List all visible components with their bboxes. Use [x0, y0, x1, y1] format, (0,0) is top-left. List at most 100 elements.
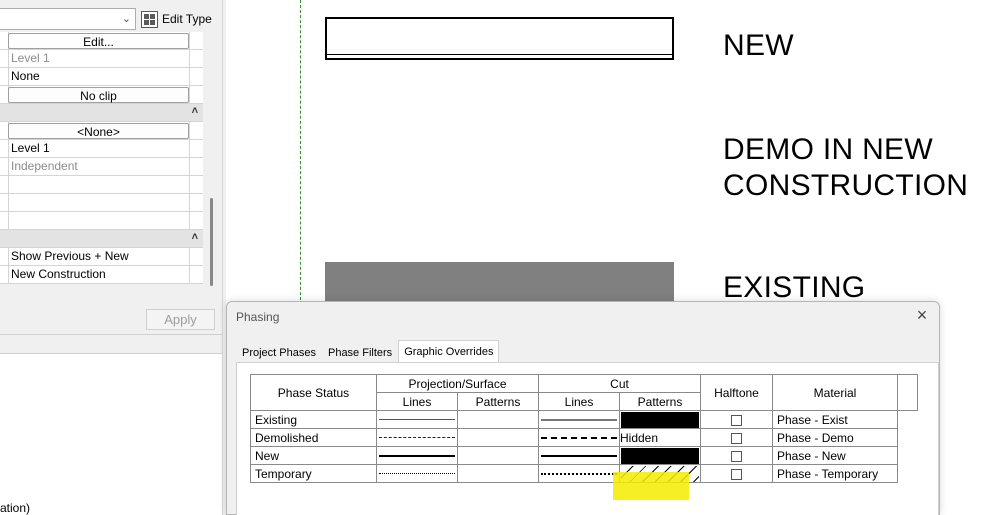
cut-lines-cell[interactable]	[538, 464, 620, 483]
tab-project-phases[interactable]: Project Phases	[236, 342, 322, 362]
property-row[interactable]: Edit...	[0, 32, 203, 50]
property-value-button[interactable]: Edit...	[8, 32, 189, 49]
cut-patterns-cell[interactable]	[619, 410, 701, 429]
material-cell[interactable]: Phase - Demo	[772, 428, 898, 447]
column-divider	[189, 140, 190, 158]
type-selector-dropdown[interactable]: ⌄	[0, 8, 136, 30]
edit-type-icon	[141, 10, 158, 28]
header-projection-surface: Projection/Surface	[376, 374, 539, 393]
property-value-button[interactable]: <None>	[8, 122, 189, 139]
projection-lines-cell[interactable]	[376, 428, 458, 447]
table-row: New Phase - New	[250, 446, 918, 465]
property-row[interactable]	[0, 194, 203, 212]
property-row[interactable]: Independent	[0, 158, 203, 176]
projection-patterns-cell[interactable]	[457, 464, 539, 483]
properties-scrollbar[interactable]	[204, 32, 219, 302]
cut-patterns-cell[interactable]: Hidden	[619, 428, 701, 447]
project-browser-item[interactable]: ation)	[0, 501, 30, 515]
properties-grid: Edit... Level 1 None No clip ˄ <None> Level 1I…	[0, 32, 203, 284]
projection-patterns-cell[interactable]	[457, 446, 539, 465]
property-value[interactable]	[8, 212, 189, 229]
phase-status-cell: Existing	[250, 410, 377, 429]
line-style-swatch	[379, 419, 455, 420]
material-cell[interactable]: Phase - Exist	[772, 410, 898, 429]
phasing-dialog: Phasing × Project Phases Phase Filters Gra…	[226, 301, 940, 515]
graphic-overrides-panel: Phase Status Projection/Surface Cut Half…	[236, 362, 939, 515]
header-cut-patterns: Patterns	[619, 392, 701, 411]
property-row[interactable]: Show Previous + New	[0, 248, 203, 266]
halftone-cell	[700, 410, 773, 429]
halftone-cell	[700, 446, 773, 465]
column-divider	[189, 158, 190, 176]
text-note-demo-line1[interactable]: DEMO IN NEW	[723, 132, 933, 168]
property-group-header[interactable]: ˄	[0, 104, 203, 122]
property-value[interactable]: Show Previous + New	[8, 248, 189, 265]
property-row[interactable]: <None>	[0, 122, 203, 140]
header-projection-patterns: Patterns	[457, 392, 539, 411]
projection-lines-cell[interactable]	[376, 464, 458, 483]
halftone-cell	[700, 428, 773, 447]
line-style-swatch	[541, 436, 617, 439]
projection-patterns-cell[interactable]	[457, 410, 539, 429]
wall-new-construction[interactable]	[325, 17, 674, 60]
row-spacer	[898, 447, 918, 465]
halftone-checkbox[interactable]	[731, 468, 742, 480]
table-row: Temporary Phase - Temporary	[250, 464, 918, 483]
table-row: Demolished Hidden Phase - Demo	[250, 428, 918, 447]
column-divider	[189, 266, 190, 284]
reference-plane-line[interactable]	[300, 0, 301, 300]
column-divider	[189, 32, 190, 50]
material-cell[interactable]: Phase - Temporary	[772, 464, 898, 483]
property-value: Independent	[11, 159, 78, 173]
collapse-icon[interactable]: ˄	[192, 231, 198, 243]
property-row[interactable]: Level 1	[0, 50, 203, 68]
property-value[interactable]: Level 1	[8, 140, 189, 157]
property-value[interactable]: New Construction	[8, 266, 189, 283]
tab-graphic-overrides[interactable]: Graphic Overrides	[398, 340, 500, 362]
phase-status-cell: Demolished	[250, 428, 377, 447]
property-row[interactable]	[0, 212, 203, 230]
table-row: Existing Phase - Exist	[250, 410, 918, 429]
tab-phase-filters[interactable]: Phase Filters	[322, 342, 398, 362]
column-divider	[189, 248, 190, 266]
property-row[interactable]: None	[0, 68, 203, 86]
solid-fill-swatch	[621, 447, 699, 464]
property-row[interactable]: New Construction	[0, 266, 203, 284]
property-value[interactable]	[8, 176, 189, 193]
property-row[interactable]	[0, 176, 203, 194]
cut-lines-cell[interactable]	[538, 446, 620, 465]
property-row[interactable]: No clip	[0, 86, 203, 104]
halftone-checkbox[interactable]	[731, 450, 742, 462]
header-cut: Cut	[538, 374, 701, 393]
edit-type-button[interactable]: Edit Type	[141, 8, 219, 30]
text-note-demo-line2[interactable]: CONSTRUCTION	[723, 168, 968, 204]
projection-patterns-cell[interactable]	[457, 428, 539, 447]
column-divider	[189, 194, 190, 212]
collapse-icon[interactable]: ˄	[192, 105, 198, 117]
close-icon[interactable]: ×	[913, 306, 931, 324]
projection-lines-cell[interactable]	[376, 410, 458, 429]
property-value-button[interactable]: No clip	[8, 86, 189, 103]
solid-fill-swatch	[621, 411, 699, 428]
dialog-title: Phasing	[236, 310, 280, 324]
text-note-new[interactable]: NEW	[723, 28, 794, 64]
property-value[interactable]: None	[8, 68, 189, 85]
project-browser-panel	[0, 353, 222, 515]
material-cell[interactable]: Phase - New	[772, 446, 898, 465]
property-row[interactable]: Level 1	[0, 140, 203, 158]
column-divider	[189, 68, 190, 86]
cut-patterns-cell[interactable]	[619, 446, 701, 465]
halftone-checkbox[interactable]	[731, 432, 742, 444]
properties-scrollbar-thumb[interactable]	[210, 198, 213, 286]
cut-lines-cell[interactable]	[538, 428, 620, 447]
property-value[interactable]	[8, 194, 189, 211]
chevron-down-icon: ⌄	[121, 13, 131, 25]
property-group-header[interactable]: ˄	[0, 230, 203, 248]
projection-lines-cell[interactable]	[376, 446, 458, 465]
properties-palette: ⌄ Edit Type Edit... Level 1 None No clip ˄ <N…	[0, 0, 222, 515]
edit-type-label: Edit Type	[162, 12, 212, 26]
cut-lines-cell[interactable]	[538, 410, 620, 429]
column-divider	[189, 86, 190, 104]
halftone-checkbox[interactable]	[731, 414, 742, 426]
apply-button[interactable]: Apply	[146, 309, 215, 330]
